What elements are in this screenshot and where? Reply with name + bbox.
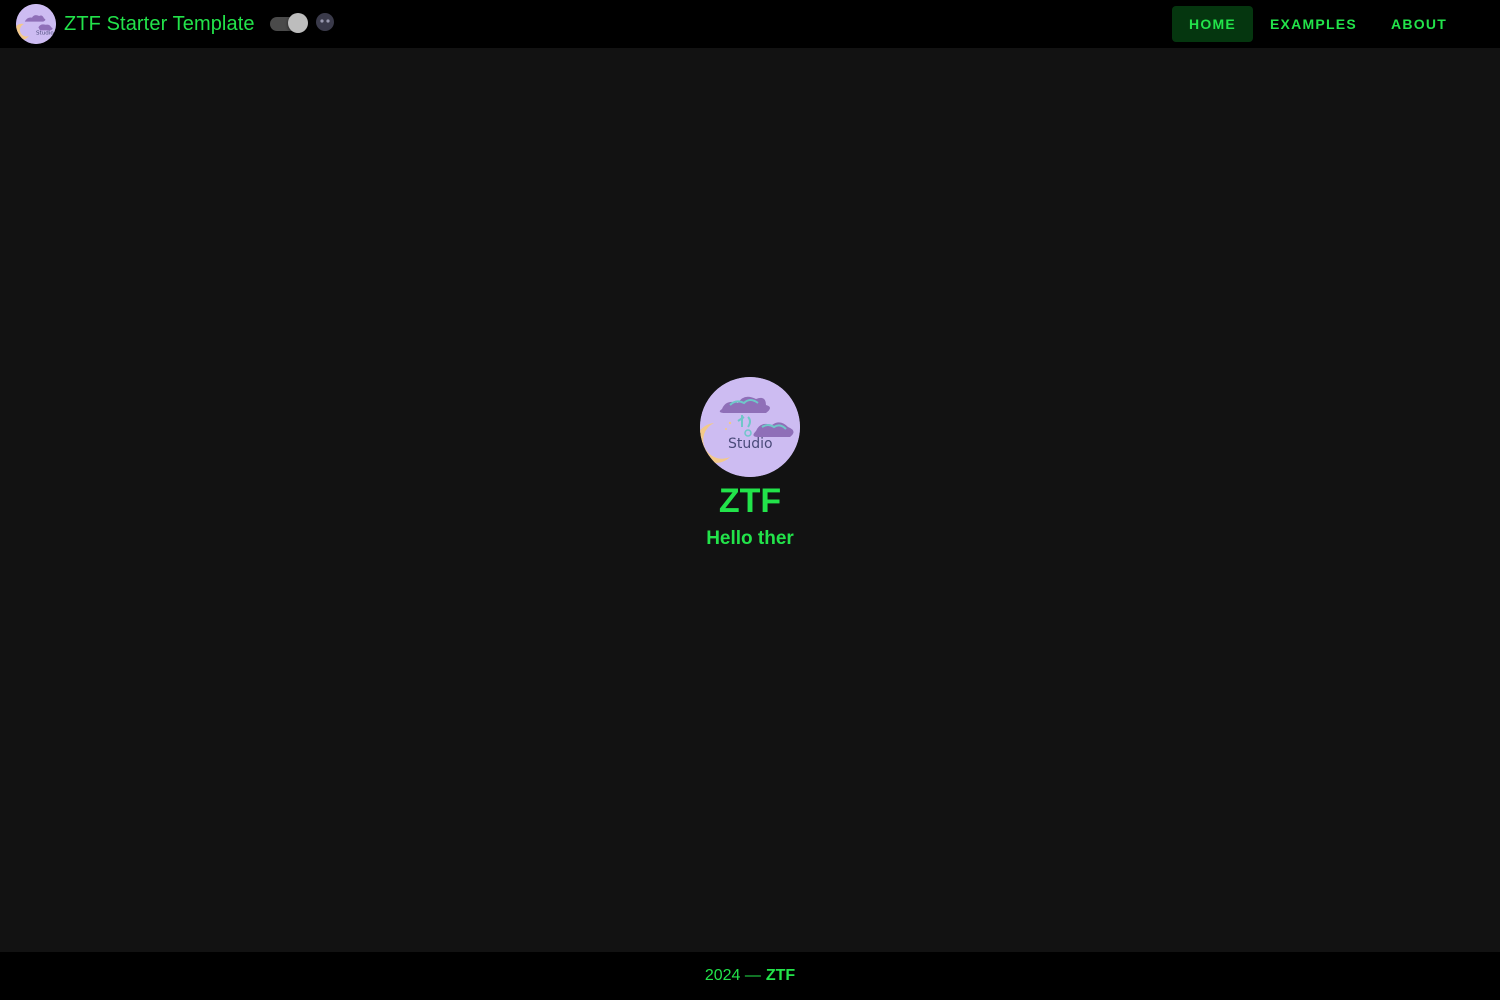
app-title[interactable]: ZTF Starter Template [64, 13, 255, 36]
nav-examples[interactable]: EXAMPLES [1253, 6, 1374, 42]
nav-home[interactable]: HOME [1171, 6, 1253, 42]
app-logo-icon: Studio [16, 4, 56, 44]
hero-subtitle: Hello ther [706, 528, 794, 549]
studio-logo-text: Studio [728, 436, 773, 452]
footer: 2024 — ZTF [0, 952, 1500, 1000]
studio-logo-icon: Studio [700, 377, 800, 477]
switch-thumb [288, 13, 308, 33]
nav-about[interactable]: ABOUT [1374, 6, 1464, 42]
footer-year: 2024 — [704, 967, 761, 984]
hero-title: ZTF [718, 482, 782, 520]
svg-text:Studio: Studio [36, 30, 54, 36]
app-root: Studio ZTF Starter Template HOME EXAMPLE… [0, 0, 1500, 1000]
app-bar: Studio ZTF Starter Template HOME EXAMPLE… [0, 0, 1500, 48]
brand[interactable]: Studio ZTF Starter Template [16, 4, 255, 44]
theme-toggle-switch[interactable] [270, 12, 308, 34]
main-nav: HOME EXAMPLES ABOUT [1171, 6, 1464, 42]
moon-icon [315, 12, 335, 32]
hero-section: Studio ZTF Hello ther [0, 377, 1500, 551]
footer-brand: ZTF [765, 967, 796, 984]
